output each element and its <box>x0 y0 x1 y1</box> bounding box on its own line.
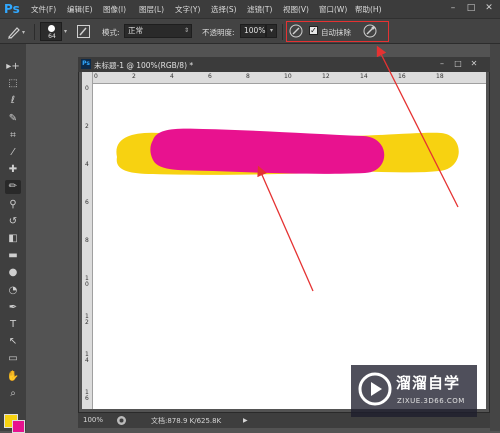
gradient-tool-icon[interactable]: ▬ <box>5 249 21 263</box>
watermark-logo <box>358 372 392 406</box>
brush-preset-picker[interactable]: 64 <box>40 22 62 41</box>
menu-item[interactable]: 滤镜(T) <box>247 4 272 15</box>
pencil-tool-icon[interactable] <box>6 24 22 40</box>
zoom-level[interactable]: 100% <box>83 416 103 424</box>
ruler-tick-label: 4 <box>170 73 174 80</box>
ruler-tick-label: 1 2 <box>85 313 89 326</box>
mode-value: 正常 <box>128 26 143 35</box>
close-icon[interactable]: ✕ <box>483 2 495 14</box>
quick-select-tool-icon[interactable]: ✎ <box>5 112 21 126</box>
opacity-dropdown-icon[interactable]: ▾ <box>266 24 277 38</box>
status-info-icon[interactable] <box>116 415 127 426</box>
doc-close-icon[interactable]: ✕ <box>468 58 480 70</box>
marquee-tool-icon[interactable]: ⬚ <box>5 77 21 91</box>
menu-item[interactable]: 图层(L) <box>139 4 164 15</box>
ruler-tick-label: 2 <box>132 73 136 80</box>
brush-size-value: 64 <box>48 33 56 40</box>
ruler-tick-label: 0 <box>94 73 98 80</box>
menu-item[interactable]: 帮助(H) <box>355 4 382 15</box>
ruler-tick-label: 14 <box>360 73 368 80</box>
canvas-drawing <box>116 128 459 175</box>
pencil-tool-icon[interactable]: ✏ <box>5 180 21 194</box>
lasso-tool-icon[interactable]: ℓ <box>5 94 21 108</box>
brush-dropdown-arrow-icon[interactable]: ▾ <box>64 28 67 35</box>
ruler-vertical[interactable]: 0 2 4 6 8 1 0 1 2 1 4 1 6 <box>82 72 93 409</box>
maximize-icon[interactable]: □ <box>465 2 477 14</box>
shape-tool-icon[interactable]: ▭ <box>5 352 21 366</box>
menu-item[interactable]: 文件(F) <box>31 4 56 15</box>
mode-label: 模式: <box>102 28 120 37</box>
document-size: 文档:878.9 K/625.8K <box>151 417 222 425</box>
ruler-tick-label: 8 <box>246 73 250 80</box>
tool-preset-arrow-icon[interactable]: ▾ <box>22 29 25 36</box>
watermark-url: ZIXUE.3D66.COM <box>397 397 465 405</box>
brush-panel-toggle-icon[interactable] <box>76 24 91 39</box>
canvas[interactable] <box>93 84 486 409</box>
separator <box>34 24 35 40</box>
ruler-horizontal[interactable]: 0 2 4 6 8 10 12 14 16 18 <box>82 72 486 84</box>
hand-tool-icon[interactable]: ✋ <box>5 370 21 384</box>
ruler-tick-label: 12 <box>322 73 330 80</box>
document-ps-icon: Ps <box>81 59 91 69</box>
pink-brush-stroke <box>150 128 385 174</box>
menu-item[interactable]: 文字(Y) <box>175 4 200 15</box>
healing-tool-icon[interactable]: ✚ <box>5 163 21 177</box>
menu-item[interactable]: 视图(V) <box>283 4 309 15</box>
move-tool-icon[interactable]: ▸+ <box>5 60 21 74</box>
type-tool-icon[interactable]: T <box>5 318 21 332</box>
history-brush-tool-icon[interactable]: ↺ <box>5 215 21 229</box>
ruler-tick-label: 6 <box>208 73 212 80</box>
pen-tool-icon[interactable]: ✒ <box>5 301 21 315</box>
menu-item[interactable]: 选择(S) <box>211 4 237 15</box>
crop-tool-icon[interactable]: ⌗ <box>5 129 21 143</box>
mode-select[interactable]: 正常 ⇕ <box>124 24 192 38</box>
zoom-tool-icon[interactable]: ⌕ <box>5 387 21 401</box>
ruler-tick-label: 6 <box>85 199 89 206</box>
mode-dropdown-icon: ⇕ <box>183 27 189 34</box>
menu-item[interactable]: 图像(I) <box>103 4 126 15</box>
photoshop-logo: Ps <box>4 2 20 16</box>
status-menu-arrow-icon[interactable]: ▶ <box>243 417 248 424</box>
ruler-tick-label: 4 <box>85 161 89 168</box>
doc-maximize-icon[interactable]: □ <box>452 58 464 70</box>
ruler-tick-label: 10 <box>284 73 292 80</box>
path-select-tool-icon[interactable]: ↖ <box>5 335 21 349</box>
ruler-tick-label: 1 0 <box>85 275 89 288</box>
ruler-tick-label: 1 6 <box>85 389 89 402</box>
auto-erase-highlight-box <box>286 21 389 42</box>
ruler-tick-label: 8 <box>85 237 89 244</box>
eyedropper-tool-icon[interactable]: ⁄ <box>5 146 21 160</box>
ruler-tick-label: 0 <box>85 85 89 92</box>
ruler-tick-label: 1 4 <box>85 351 89 364</box>
blur-tool-icon[interactable]: ● <box>5 266 21 280</box>
menu-item[interactable]: 窗口(W) <box>319 4 347 15</box>
separator <box>282 24 283 40</box>
minimize-icon[interactable]: – <box>447 2 459 14</box>
doc-minimize-icon[interactable]: – <box>436 58 448 70</box>
eraser-tool-icon[interactable]: ◧ <box>5 232 21 246</box>
ruler-tick-label: 18 <box>436 73 444 80</box>
document-title: 未标题-1 @ 100%(RGB/8) * <box>94 61 194 70</box>
ruler-tick-label: 16 <box>398 73 406 80</box>
clone-stamp-tool-icon[interactable]: ⚲ <box>5 198 21 212</box>
watermark-name: 溜溜自学 <box>396 374 461 392</box>
opacity-input[interactable]: 100% <box>240 24 266 38</box>
dodge-tool-icon[interactable]: ◔ <box>5 284 21 298</box>
right-panel-strip <box>490 44 500 431</box>
opacity-label: 不透明度: <box>202 28 235 37</box>
ruler-tick-label: 2 <box>85 123 89 130</box>
background-color-swatch[interactable] <box>12 420 25 433</box>
options-bar: ▾ 64 ▾ 模式: 正常 ⇕ 不透明度: 100% ▾ ✓ 自动抹除 <box>0 18 500 44</box>
menu-item[interactable]: 编辑(E) <box>67 4 93 15</box>
opacity-value: 100% <box>244 26 266 35</box>
